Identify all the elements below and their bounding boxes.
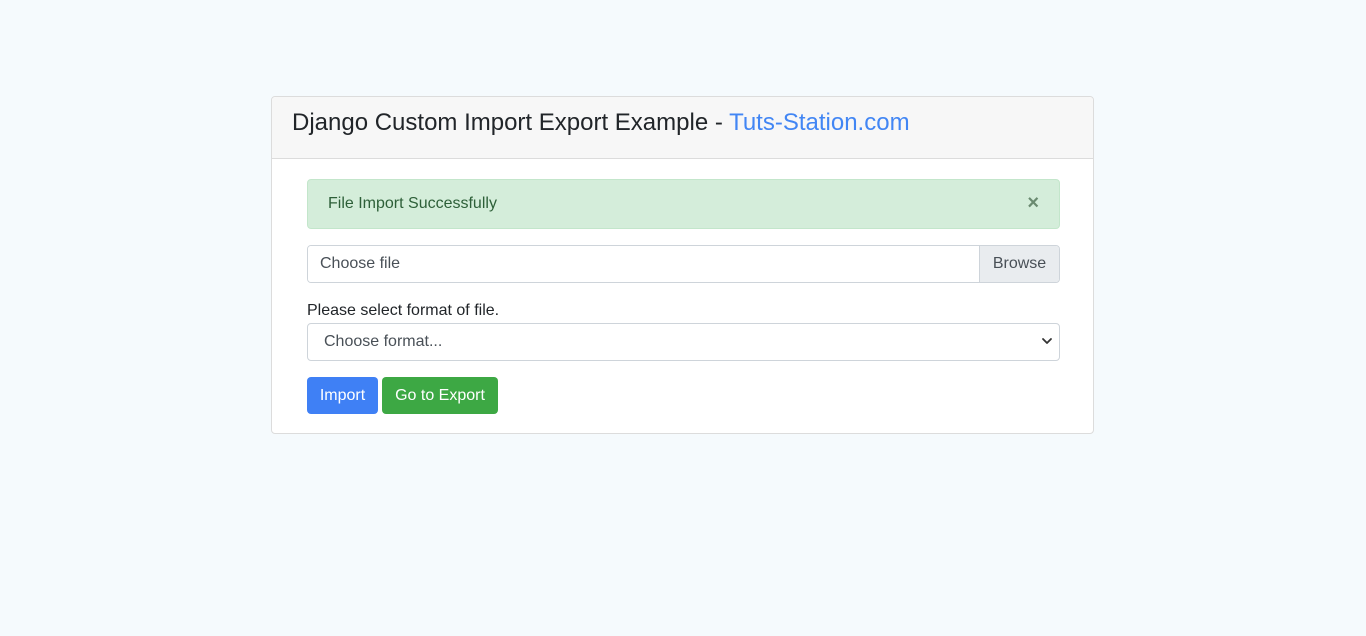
go-to-export-button[interactable]: Go to Export (382, 377, 498, 414)
format-select[interactable]: Choose format... (307, 323, 1060, 361)
card-body: File Import Successfully × Choose file B… (272, 159, 1093, 414)
page-title: Django Custom Import Export Example - Tu… (292, 108, 910, 136)
browse-button[interactable]: Browse (979, 246, 1059, 282)
card-header: Django Custom Import Export Example - Tu… (272, 97, 1093, 159)
file-input-label[interactable]: Choose file (308, 246, 979, 282)
chevron-down-icon (1042, 338, 1052, 344)
close-icon[interactable]: × (1027, 193, 1039, 213)
success-alert: File Import Successfully × (307, 179, 1060, 229)
alert-message: File Import Successfully (328, 195, 497, 212)
file-input[interactable]: Choose file Browse (307, 245, 1060, 283)
page-title-text: Django Custom Import Export Example - (292, 108, 730, 136)
format-select-value: Choose format... (324, 333, 443, 350)
import-button[interactable]: Import (307, 377, 378, 414)
format-label: Please select format of file. (307, 302, 500, 319)
import-export-card: Django Custom Import Export Example - Tu… (271, 96, 1094, 434)
site-link[interactable]: Tuts-Station.com (729, 109, 910, 136)
